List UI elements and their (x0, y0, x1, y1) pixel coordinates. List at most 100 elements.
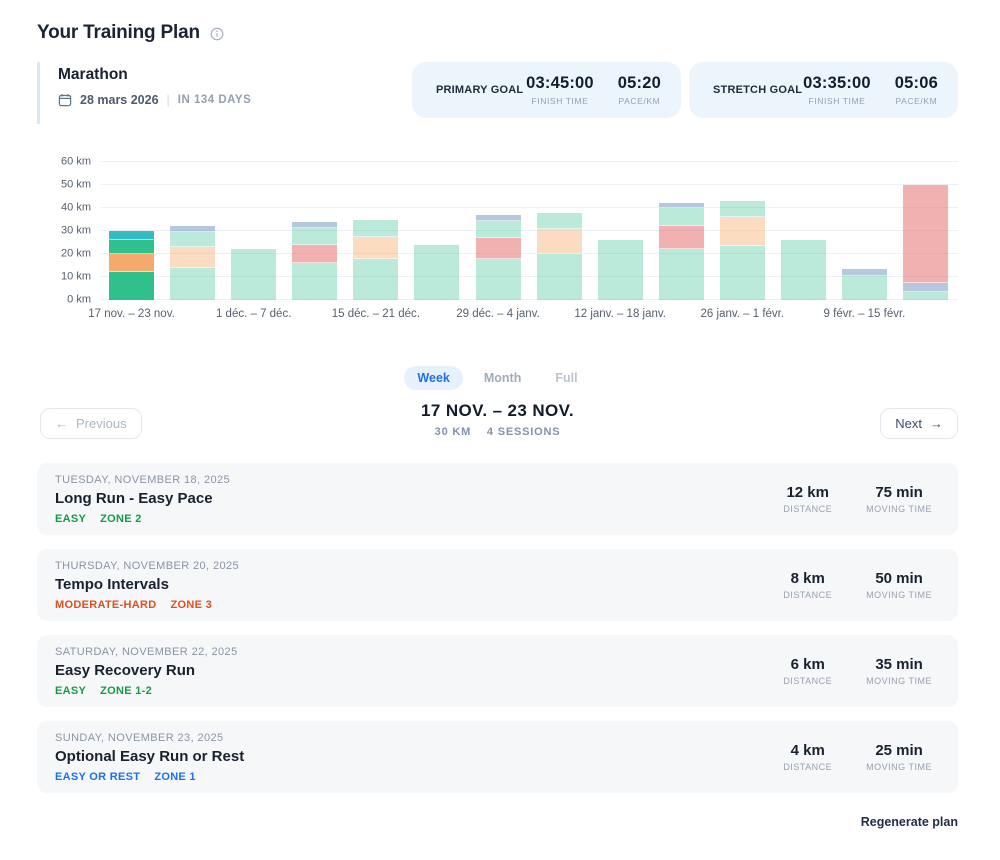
week-session-count: 4 SESSIONS (486, 426, 561, 438)
session-title: Optional Easy Run or Rest (55, 747, 245, 765)
x-axis-label: 29 déc. – 4 janv. (456, 308, 540, 320)
session-badge: MODERATE-HARD (55, 598, 157, 611)
chart-bar-week[interactable]: 12 janv. – 18 janv. (574, 162, 666, 320)
session-card[interactable]: SATURDAY, NOVEMBER 22, 2025 Easy Recovery… (37, 635, 958, 707)
bar-segment-hard (903, 185, 949, 283)
stacked-bar (536, 212, 582, 300)
session-distance: 8 km DISTANCE (783, 570, 832, 600)
bar-segment-easy (109, 272, 155, 300)
session-distance-caption: DISTANCE (783, 504, 833, 514)
session-moving-time-caption: MOVING TIME (866, 762, 932, 772)
stacked-bar (903, 185, 949, 300)
chart-bar-week[interactable] (651, 162, 712, 300)
chart-bars: 17 nov. – 23 nov. 1 déc. – 7 déc. 15 déc. … (88, 162, 956, 320)
session-date: SUNDAY, NOVEMBER 23, 2025 (55, 731, 224, 744)
chart-bar-week[interactable]: 1 déc. – 7 déc. (216, 162, 291, 320)
training-plan-page: Your Training Plan Marathon 28 mars 2026… (0, 0, 1000, 860)
bar-segment-moderate (170, 247, 216, 268)
toggle-full[interactable]: Full (542, 366, 590, 390)
chart-bar-week[interactable] (162, 162, 223, 300)
session-moving-time: 35 min MOVING TIME (866, 656, 932, 686)
session-moving-time-value: 25 min (875, 742, 923, 759)
pace-value: 05:20 (617, 74, 661, 92)
bar-segment-easy (353, 258, 399, 300)
finish-time-value: 03:45:00 (526, 74, 594, 92)
session-distance-caption: DISTANCE (783, 676, 833, 686)
previous-label: Previous (76, 416, 127, 431)
bar-segment-hard (475, 237, 521, 259)
session-distance-value: 12 km (786, 484, 829, 501)
bar-segment-easy (658, 208, 704, 227)
bar-segment-easy (292, 263, 338, 300)
session-card[interactable]: SUNDAY, NOVEMBER 23, 2025 Optional Easy R… (37, 721, 958, 793)
race-goals-row: Marathon 28 mars 2026 | IN 134 DAYS PRIM… (37, 62, 958, 124)
pace-caption: PACE/KM (895, 96, 938, 106)
session-title: Easy Recovery Run (55, 661, 196, 679)
bar-segment-moderate (353, 236, 399, 259)
toggle-month[interactable]: Month (471, 366, 534, 390)
session-distance: 4 km DISTANCE (783, 742, 832, 772)
bar-segment-easy (841, 275, 887, 300)
x-axis-label: 12 janv. – 18 janv. (574, 308, 666, 320)
stretch-finish-time: 03:35:00 FINISH TIME (803, 74, 871, 106)
race-date-separator: | (166, 93, 170, 107)
x-axis-label: 15 déc. – 21 déc. (331, 308, 420, 320)
race-name: Marathon (58, 66, 128, 83)
session-card[interactable]: TUESDAY, NOVEMBER 18, 2025 Long Run - Eas… (37, 463, 958, 535)
race-date: 28 mars 2026 (80, 93, 159, 107)
chart-bar-week[interactable] (529, 162, 590, 300)
chart-bar-week[interactable]: 9 févr. – 15 févr. (824, 162, 905, 320)
page-header: Your Training Plan (37, 22, 958, 44)
bar-segment-other (903, 282, 949, 292)
session-moving-time-value: 75 min (875, 484, 923, 501)
session-distance-caption: DISTANCE (783, 762, 833, 772)
chart-bar-week[interactable]: 26 janv. – 1 févr. (701, 162, 784, 320)
page-title: Your Training Plan (37, 22, 200, 43)
bar-segment-moderate (536, 228, 582, 254)
chart-bar-week[interactable] (406, 162, 467, 300)
chart-bar-week[interactable]: 15 déc. – 21 déc. (332, 162, 420, 320)
weekly-volume-chart: 0 km 10 km 20 km 30 km 40 km 50 km 60 km 17 nov… (37, 156, 958, 326)
regenerate-plan-button[interactable]: Regenerate plan (861, 815, 958, 829)
bar-segment-hard (658, 226, 704, 250)
goal-cards: PRIMARY GOAL 03:45:00 FINISH TIME 05:20 … (412, 62, 958, 124)
week-heading: 17 NOV. – 23 NOV. (421, 401, 574, 420)
chart-bar-week[interactable] (773, 162, 834, 300)
stacked-bar (841, 268, 887, 300)
bar-segment-easy (353, 219, 399, 237)
bar-segment-easy (292, 227, 338, 245)
toggle-week[interactable]: Week (404, 366, 463, 390)
x-axis-label: 1 déc. – 7 déc. (215, 308, 292, 320)
bar-segment-easy (414, 244, 460, 300)
session-moving-time: 25 min MOVING TIME (866, 742, 932, 772)
stretch-pace: 05:06 PACE/KM (895, 74, 938, 106)
race-card: Marathon 28 mars 2026 | IN 134 DAYS (37, 62, 251, 124)
session-distance-caption: DISTANCE (783, 590, 833, 600)
session-moving-time-caption: MOVING TIME (866, 504, 932, 514)
bar-segment-easy (536, 254, 582, 300)
chart-bar-week[interactable]: 29 déc. – 4 janv. (456, 162, 540, 320)
stacked-bar (475, 214, 521, 300)
arrow-left-icon: ← (55, 416, 68, 431)
previous-week-button[interactable]: ← Previous (40, 408, 142, 439)
session-card[interactable]: THURSDAY, NOVEMBER 20, 2025 Tempo Interva… (37, 549, 958, 621)
finish-time-value: 03:35:00 (803, 74, 871, 92)
next-week-button[interactable]: Next → (880, 408, 958, 439)
pace-caption: PACE/KM (618, 96, 661, 106)
y-axis-tick: 50 km (61, 178, 91, 191)
session-date: TUESDAY, NOVEMBER 18, 2025 (55, 473, 231, 486)
footer: Regenerate plan (37, 813, 958, 831)
session-distance-value: 4 km (790, 742, 825, 759)
primary-goal-label: PRIMARY GOAL (436, 84, 524, 96)
session-badges: MODERATE-HARD ZONE 3 (55, 599, 239, 611)
y-axis-tick: 20 km (61, 247, 91, 260)
chart-bar-week[interactable]: 17 nov. – 23 nov. (88, 162, 175, 320)
session-moving-time-caption: MOVING TIME (866, 676, 932, 686)
stacked-bar (597, 240, 643, 300)
chart-bar-week[interactable] (895, 162, 956, 300)
session-badges: EASY OR REST ZONE 1 (55, 771, 244, 783)
chart-bar-week[interactable] (284, 162, 345, 300)
y-axis-tick: 10 km (61, 270, 91, 283)
info-icon[interactable] (210, 27, 224, 41)
stacked-bar (719, 201, 765, 300)
